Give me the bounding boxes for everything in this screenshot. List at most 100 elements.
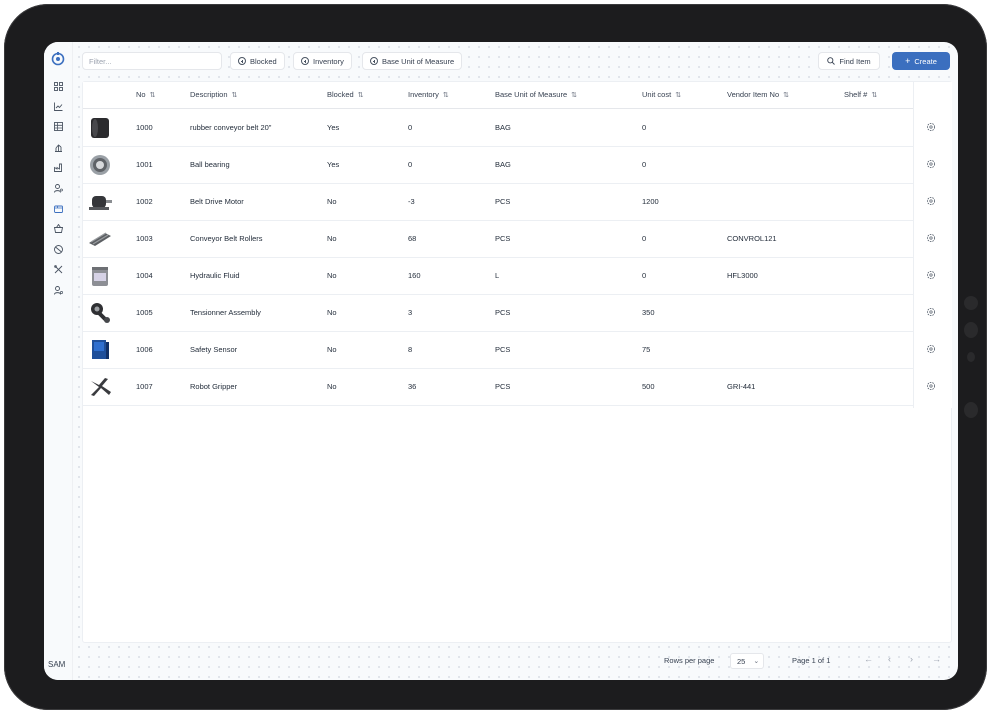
create-button[interactable]: + Create bbox=[892, 52, 950, 70]
cell-uom: PCS bbox=[495, 308, 511, 317]
tools-icon[interactable] bbox=[50, 261, 66, 277]
table-row[interactable]: 1005 Tensionner Assembly No 3 PCS 350 bbox=[83, 294, 913, 332]
device-button bbox=[964, 322, 978, 338]
pagination-footer: Rows per page 25 ⌄ Page 1 of 1 ← ‹ › → bbox=[664, 653, 954, 670]
cell-blocked: Yes bbox=[327, 160, 340, 169]
cell-blocked: No bbox=[327, 345, 337, 354]
column-header-vendor-item-no[interactable]: Vendor Item No ⇅ bbox=[727, 82, 789, 108]
cell-description: Safety Sensor bbox=[190, 345, 238, 354]
cell-unit-cost: 500 bbox=[642, 382, 655, 391]
cell-description: Conveyor Belt Rollers bbox=[190, 234, 263, 243]
column-header-blocked[interactable]: Blocked ⇅ bbox=[327, 82, 364, 108]
table-row[interactable]: 1004 Hydraulic Fluid No 160 L 0 HFL3000 bbox=[83, 257, 913, 295]
cell-uom: PCS bbox=[495, 382, 511, 391]
column-header-no[interactable]: No ⇅ bbox=[136, 82, 155, 108]
row-settings-icon[interactable] bbox=[926, 122, 936, 132]
cell-unit-cost: 75 bbox=[642, 345, 651, 354]
cell-description: Robot Gripper bbox=[190, 382, 238, 391]
cell-no: 1007 bbox=[136, 382, 153, 391]
column-header-description[interactable]: Description ⇅ bbox=[190, 82, 237, 108]
row-settings-icon[interactable] bbox=[926, 344, 936, 354]
table-row[interactable]: 1001 Ball bearing Yes 0 BAG 0 bbox=[83, 146, 913, 184]
row-settings-icon[interactable] bbox=[926, 196, 936, 206]
user-config-icon[interactable] bbox=[50, 180, 66, 196]
globe-icon[interactable] bbox=[50, 241, 66, 257]
cell-blocked: No bbox=[327, 234, 337, 243]
basket-icon[interactable] bbox=[50, 220, 66, 236]
table-row[interactable]: 1000 rubber conveyor belt 20" Yes 0 BAG 0 bbox=[83, 109, 913, 147]
toolbar: Filter... Blocked Inventory Base Unit of… bbox=[82, 52, 950, 72]
tensioner-icon bbox=[87, 300, 113, 326]
cell-no: 1006 bbox=[136, 345, 153, 354]
sort-icon: ⇅ bbox=[231, 92, 238, 99]
dashboard-icon[interactable] bbox=[50, 78, 66, 94]
ball-bearing-icon bbox=[87, 152, 113, 178]
cell-unit-cost: 350 bbox=[642, 308, 655, 317]
first-page-icon[interactable]: ← bbox=[864, 654, 873, 664]
prev-page-icon[interactable]: ‹ bbox=[888, 654, 891, 664]
chip-label: Base Unit of Measure bbox=[382, 56, 455, 66]
chip-label: Inventory bbox=[313, 56, 344, 66]
table-row[interactable]: 1003 Conveyor Belt Rollers No 68 PCS 0 CONVROL… bbox=[83, 220, 913, 258]
column-header-uom[interactable]: Base Unit of Measure ⇅ bbox=[495, 82, 577, 108]
scale-icon[interactable] bbox=[50, 139, 66, 155]
cell-blocked: No bbox=[327, 382, 337, 391]
find-item-label: Find Item bbox=[839, 56, 871, 66]
column-header-shelf[interactable]: Shelf # ⇅ bbox=[844, 82, 877, 108]
items-table: No ⇅ Description ⇅ Blocked ⇅ Inventory ⇅ Bas… bbox=[82, 81, 952, 643]
cell-unit-cost: 1200 bbox=[642, 197, 659, 206]
filter-input[interactable]: Filter... bbox=[82, 52, 222, 70]
blocked-filter-chip[interactable]: Blocked bbox=[230, 52, 285, 70]
cell-uom: L bbox=[495, 271, 500, 280]
rollers-icon bbox=[87, 226, 113, 252]
cell-vendor-no: GRI-441 bbox=[727, 382, 756, 391]
box-icon[interactable] bbox=[50, 200, 66, 216]
cell-uom: PCS bbox=[495, 234, 511, 243]
cell-no: 1004 bbox=[136, 271, 153, 280]
table-row[interactable]: 1006 Safety Sensor No 8 PCS 75 bbox=[83, 331, 913, 369]
row-settings-icon[interactable] bbox=[926, 233, 936, 243]
last-page-icon[interactable]: → bbox=[932, 654, 941, 664]
motor-icon bbox=[87, 189, 113, 215]
column-header-inventory[interactable]: Inventory ⇅ bbox=[408, 82, 449, 108]
cell-vendor-no: HFL3000 bbox=[727, 271, 758, 280]
cell-inventory: -3 bbox=[408, 197, 415, 206]
sort-icon: ⇅ bbox=[871, 92, 878, 99]
rows-per-page-value: 25 bbox=[737, 656, 746, 666]
app-logo-icon[interactable] bbox=[51, 52, 65, 66]
cell-uom: BAG bbox=[495, 160, 511, 169]
row-settings-icon[interactable] bbox=[926, 381, 936, 391]
tablet-frame: SAM Filter... Blocked Inventory Base Uni… bbox=[4, 4, 987, 710]
row-settings-icon[interactable] bbox=[926, 307, 936, 317]
cell-inventory: 36 bbox=[408, 382, 417, 391]
row-settings-icon[interactable] bbox=[926, 159, 936, 169]
user-initials[interactable]: SAM bbox=[48, 660, 65, 669]
inventory-filter-chip[interactable]: Inventory bbox=[293, 52, 352, 70]
next-page-icon[interactable]: › bbox=[910, 654, 913, 664]
table-icon[interactable] bbox=[50, 118, 66, 134]
sort-icon: ⇅ bbox=[149, 92, 156, 99]
device-button bbox=[964, 402, 978, 418]
cell-description: Belt Drive Motor bbox=[190, 197, 244, 206]
cell-no: 1001 bbox=[136, 160, 153, 169]
sort-icon: ⇅ bbox=[357, 92, 364, 99]
row-settings-icon[interactable] bbox=[926, 270, 936, 280]
rows-per-page-select[interactable]: 25 ⌄ bbox=[730, 653, 764, 669]
conveyor-belt-icon bbox=[87, 115, 113, 141]
chart-icon[interactable] bbox=[50, 98, 66, 114]
cell-no: 1005 bbox=[136, 308, 153, 317]
uom-filter-chip[interactable]: Base Unit of Measure bbox=[362, 52, 463, 70]
gripper-icon bbox=[87, 374, 113, 400]
table-row[interactable]: 1007 Robot Gripper No 36 PCS 500 GRI-441 bbox=[83, 368, 913, 406]
user-settings-icon[interactable] bbox=[50, 282, 66, 298]
cell-unit-cost: 0 bbox=[642, 123, 647, 132]
cell-no: 1003 bbox=[136, 234, 153, 243]
column-header-unit-cost[interactable]: Unit cost ⇅ bbox=[642, 82, 681, 108]
app-screen: SAM Filter... Blocked Inventory Base Uni… bbox=[44, 42, 958, 680]
page-indicator: Page 1 of 1 bbox=[792, 656, 831, 665]
factory-icon[interactable] bbox=[50, 159, 66, 175]
device-button bbox=[967, 352, 975, 362]
plus-circle-icon bbox=[301, 57, 309, 65]
table-row[interactable]: 1002 Belt Drive Motor No -3 PCS 1200 bbox=[83, 183, 913, 221]
find-item-button[interactable]: Find Item bbox=[818, 52, 880, 70]
